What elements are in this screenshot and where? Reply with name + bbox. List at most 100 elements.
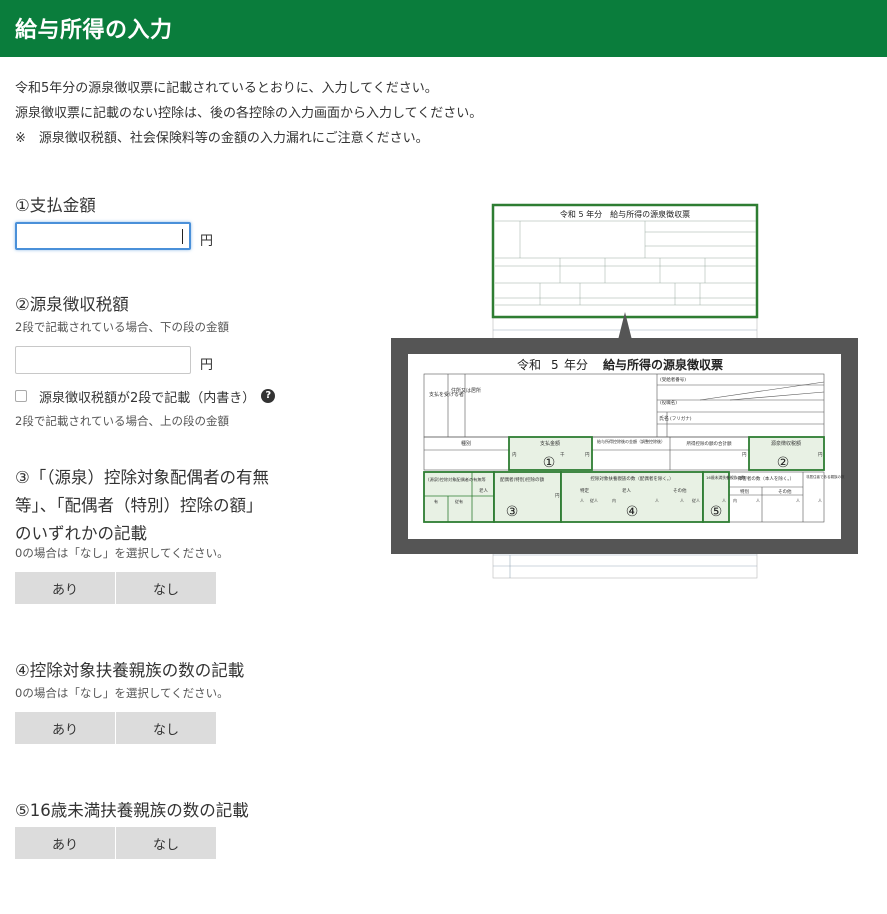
slip-mid-grid — [423, 436, 825, 471]
q2-note: 2段で記載されている場合、下の段の金額 — [15, 320, 229, 334]
pay-box — [508, 436, 593, 471]
q4-note: 0の場合は「なし」を選択してください。 — [15, 686, 229, 700]
pay-label: 支払金額 — [540, 440, 560, 447]
q1-title: ①支払金額 — [15, 196, 96, 215]
q3-title: ③「（源泉）控除対象配偶者の有無 等」、「配偶者（特別）控除の額」 のいずれかの… — [15, 464, 269, 548]
slip-era: 令和 — [517, 357, 541, 372]
after-deduction-label: 給与所得控除後の金額（調整控除後） — [597, 438, 665, 444]
withholding-tax-input[interactable] — [15, 346, 191, 374]
nonresident-person: 人 — [818, 498, 822, 503]
dep-person-3: 人 — [680, 498, 684, 503]
pay-inside-label: 内 — [512, 451, 517, 458]
dep-person-1: 人 — [580, 498, 584, 503]
spouse-deduction-label: 配偶者(特別)控除の額 — [500, 476, 545, 483]
slip-year: 5 — [551, 358, 559, 372]
other-label: その他 — [673, 487, 687, 494]
dependents-label: 控除対象扶養親族の数（配偶者を除く。） — [590, 475, 673, 482]
nonresident-label: 非居住者である親族の数 — [806, 474, 845, 479]
slip-top-grid — [423, 373, 825, 438]
slip-title: 給与所得の源泉徴収票 — [603, 357, 723, 372]
dep-inside-1: 内 — [612, 497, 616, 503]
other2-label: その他 — [778, 488, 792, 495]
text-caret — [182, 229, 183, 244]
slip-bottom-grid — [423, 471, 825, 523]
q3-title-line-1: ③「（源泉）控除対象配偶者の有無 — [15, 468, 270, 487]
address-label: 住所又は居所 — [451, 387, 481, 394]
q3-title-line-2: 等」、「配偶者（特別）控除の額」 — [15, 496, 263, 515]
dependents-box — [560, 471, 704, 523]
intro-line-1: 令和5年分の源泉徴収票に記載されているとおりに、入力してください。 — [15, 81, 438, 96]
type-label: 種別 — [461, 440, 471, 447]
q5-title: ⑤16歳未満扶養親族の数の記載 — [15, 801, 249, 820]
q1-unit: 円 — [200, 234, 214, 249]
small-slip — [492, 317, 758, 579]
intro-line-2: 源泉徴収票に記載のない控除は、後の各控除の入力画面から入力してください。 — [15, 106, 483, 121]
two-tier-checkbox-row[interactable]: 源泉徴収税額が2段で記載（内書き） ? — [15, 387, 276, 406]
name-label: 氏名 — [659, 415, 669, 422]
two-tier-checkbox-label[interactable]: 源泉徴収税額が2段で記載（内書き） — [39, 387, 255, 406]
payee-label: 支払を受ける者 — [429, 391, 464, 398]
dep-subordinate-1: 従人 — [590, 497, 598, 503]
subordinate-label: 従有 — [455, 498, 463, 504]
kana-label: (フリガナ) — [670, 415, 692, 422]
callout-pointer — [618, 312, 632, 340]
slip-year-suffix: 年分 — [564, 358, 588, 372]
recipient-no-label: (受給者番号) — [660, 376, 686, 383]
payment-amount-input[interactable] — [15, 222, 191, 250]
marker-2: ② — [777, 455, 790, 471]
small-slip-header — [491, 203, 759, 319]
intro-text: 令和5年分の源泉徴収票に記載されているとおりに、入力してください。 源泉徴収票に… — [15, 76, 482, 151]
under16-label: 16歳未満扶養親族の数 — [706, 475, 745, 480]
q3-note: 0の場合は「なし」を選択してください。 — [15, 546, 229, 560]
yes-label: 有 — [434, 498, 438, 504]
q4-choice-group: あり なし — [15, 712, 217, 744]
callout-panel — [408, 354, 841, 539]
elderly-label: 老人 — [479, 487, 488, 494]
disabled-person-1: 人 — [756, 498, 760, 503]
position-label: (役職名) — [660, 399, 677, 406]
intro-line-3: ※ 源泉徴収税額、社会保険料等の金額の入力漏れにご注意ください。 — [15, 131, 429, 146]
q3-no-button[interactable]: なし — [116, 572, 216, 604]
disabled-person-2: 人 — [796, 498, 800, 503]
q3-title-line-3: のいずれかの記載 — [15, 524, 147, 543]
pay-thousand-label: 千 — [560, 451, 565, 458]
q4-title: ④控除対象扶養親族の数の記載 — [15, 661, 245, 680]
special-label: 特定 — [580, 487, 589, 494]
q3-yes-button[interactable]: あり — [15, 572, 115, 604]
under16-person: 人 — [722, 498, 726, 503]
disabled-inside: 内 — [733, 497, 737, 503]
q2-title: ②源泉徴収税額 — [15, 295, 129, 314]
under16-box — [702, 471, 730, 523]
deduction-yen-label: 円 — [742, 452, 747, 458]
spouse-box — [423, 471, 495, 523]
marker-5: ⑤ — [710, 504, 723, 520]
q4-no-button[interactable]: なし — [116, 712, 216, 744]
help-icon[interactable]: ? — [261, 389, 276, 403]
q2-unit: 円 — [200, 358, 214, 373]
q3-choice-group: あり なし — [15, 572, 217, 604]
dep-subordinate-2: 従人 — [692, 497, 700, 503]
tax-box — [748, 436, 825, 471]
spouse-label: (源泉)控除対象配偶者の有無等 — [428, 476, 486, 483]
spouse-deduction-box — [493, 471, 562, 523]
spouse-deduction-yen: 円 — [555, 493, 560, 499]
small-slip-grid — [495, 220, 756, 306]
marker-1: ① — [543, 455, 556, 471]
tax-label: 源泉徴収税額 — [771, 440, 801, 447]
q2-note2: 2段で記載されている場合、上の段の金額 — [15, 414, 229, 428]
small-slip-title: 令和 5 年分 給与所得の源泉徴収票 — [560, 209, 690, 219]
two-tier-checkbox[interactable] — [15, 390, 27, 402]
q4-yes-button[interactable]: あり — [15, 712, 115, 744]
pay-yen-label: 円 — [585, 452, 590, 458]
page-title: 給与所得の入力 — [15, 18, 173, 43]
marker-3: ③ — [506, 504, 519, 520]
elderly2-label: 老人 — [622, 487, 631, 494]
q5-yes-button[interactable]: あり — [15, 827, 115, 859]
disabled-label: 障害者の数（本人を除く。） — [738, 475, 794, 482]
q5-choice-group: あり なし — [15, 827, 217, 859]
callout-frame — [391, 338, 858, 554]
q5-no-button[interactable]: なし — [116, 827, 216, 859]
page-header: 給与所得の入力 — [0, 0, 887, 57]
special2-label: 特別 — [740, 488, 749, 495]
total-deduction-label: 所得控除の額の合計額 — [687, 440, 732, 447]
